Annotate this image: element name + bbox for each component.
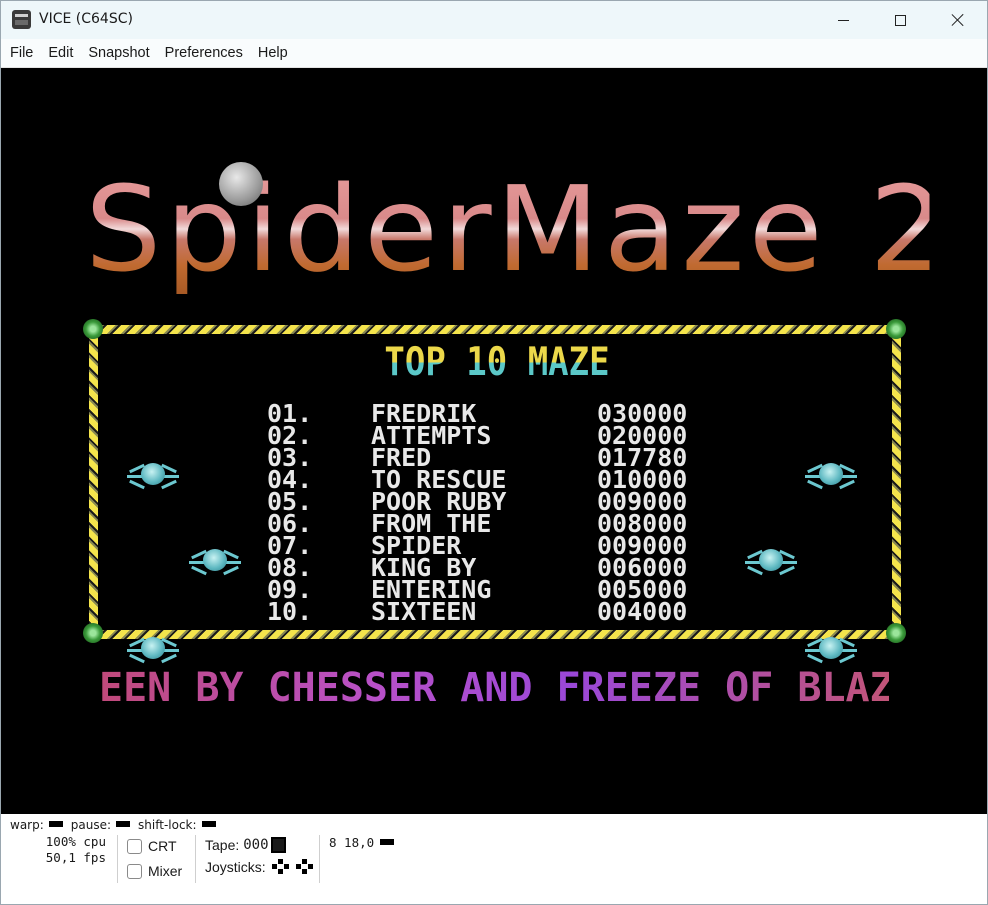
- maximize-icon: [894, 14, 906, 26]
- mixer-checkbox[interactable]: Mixer: [127, 863, 182, 879]
- warp-indicator[interactable]: [48, 821, 63, 827]
- warp-label: warp:: [10, 818, 44, 832]
- mixer-label: Mixer: [148, 863, 183, 879]
- menu-snapshot[interactable]: Snapshot: [88, 45, 149, 61]
- separator: [319, 835, 320, 883]
- shift-lock-label: shift-lock:: [138, 818, 197, 832]
- crt-checkbox-box[interactable]: [127, 838, 142, 854]
- joystick-2-icon[interactable]: [295, 859, 314, 875]
- rope-bottom: [93, 630, 897, 639]
- c64-app-icon: [12, 10, 31, 29]
- logo-dot-icon: [219, 162, 263, 206]
- rope-right: [892, 329, 901, 635]
- corner-knot-icon: [886, 319, 906, 339]
- game-logo: SpiderMaze 2: [85, 160, 950, 298]
- menu-edit[interactable]: Edit: [48, 45, 73, 61]
- rope-top: [93, 325, 897, 334]
- highscore-frame: TOP 10 MAZE MASTERS 01. FREDRIK 030000 0…: [83, 319, 906, 664]
- crt-checkbox[interactable]: CRT: [127, 838, 177, 854]
- score-name: SIXTEEN: [371, 597, 477, 626]
- separator: [117, 835, 118, 883]
- mixer-checkbox-box[interactable]: [127, 863, 142, 879]
- separator: [195, 835, 196, 883]
- close-icon: [951, 13, 965, 27]
- menu-help[interactable]: Help: [258, 45, 288, 61]
- menu-preferences[interactable]: Preferences: [165, 45, 243, 61]
- tape-counter: 000: [243, 837, 269, 853]
- joystick-1-icon[interactable]: [271, 859, 290, 875]
- spider-icon: [189, 543, 241, 583]
- highscore-title: TOP 10 MAZE MASTERS: [315, 336, 679, 438]
- drive-track: 8 18,0: [329, 835, 375, 850]
- drive-led: [380, 839, 395, 845]
- crt-label: CRT: [148, 838, 177, 854]
- corner-knot-icon: [83, 623, 103, 643]
- shift-lock-indicator[interactable]: [201, 821, 216, 827]
- speed-readout: 100% cpu 50,1 fps: [42, 834, 106, 866]
- corner-knot-icon: [886, 623, 906, 643]
- spider-icon: [745, 543, 797, 583]
- credits-scroller: EEN BY CHESSER AND FREEZE OF BLAZON ...: [99, 665, 988, 711]
- tape-control-icon[interactable]: [270, 837, 286, 853]
- score-value: 004000: [597, 597, 688, 626]
- spider-icon: [127, 457, 179, 497]
- indicator-row: warp: pause: shift-lock:: [10, 818, 224, 832]
- drive-status[interactable]: 8 18,0: [329, 835, 402, 850]
- minimize-icon: [837, 19, 849, 21]
- spider-icon: [805, 457, 857, 497]
- rope-left: [89, 329, 98, 635]
- status-bar: warp: pause: shift-lock: 100% cpu 50,1 fps…: [1, 814, 987, 904]
- pause-indicator[interactable]: [116, 821, 131, 827]
- score-rank: 10.: [267, 597, 313, 626]
- title-bar[interactable]: VICE (C64SC): [1, 1, 987, 39]
- minimize-button[interactable]: [814, 1, 872, 39]
- fps-readout: 50,1 fps: [45, 850, 106, 865]
- menu-file[interactable]: File: [10, 45, 33, 61]
- joystick-status[interactable]: Joysticks:: [205, 859, 314, 875]
- corner-knot-icon: [83, 319, 103, 339]
- tape-label: Tape:: [205, 837, 240, 853]
- emulator-screen[interactable]: SpiderMaze 2 TOP 10 MAZE MASTERS 01. FRE…: [1, 68, 987, 814]
- maximize-button[interactable]: [871, 1, 929, 39]
- tape-status[interactable]: Tape: 000: [205, 837, 286, 853]
- cpu-usage: 100% cpu: [45, 834, 106, 849]
- vice-window: VICE (C64SC) File Edit Snapshot Preferen…: [0, 0, 988, 905]
- joysticks-label: Joysticks:: [205, 859, 266, 875]
- close-button[interactable]: [929, 1, 987, 39]
- score-row: 10. SIXTEEN 004000: [267, 597, 727, 626]
- pause-label: pause:: [70, 818, 112, 832]
- window-title: VICE (C64SC): [39, 11, 133, 27]
- menu-bar: File Edit Snapshot Preferences Help: [1, 39, 987, 68]
